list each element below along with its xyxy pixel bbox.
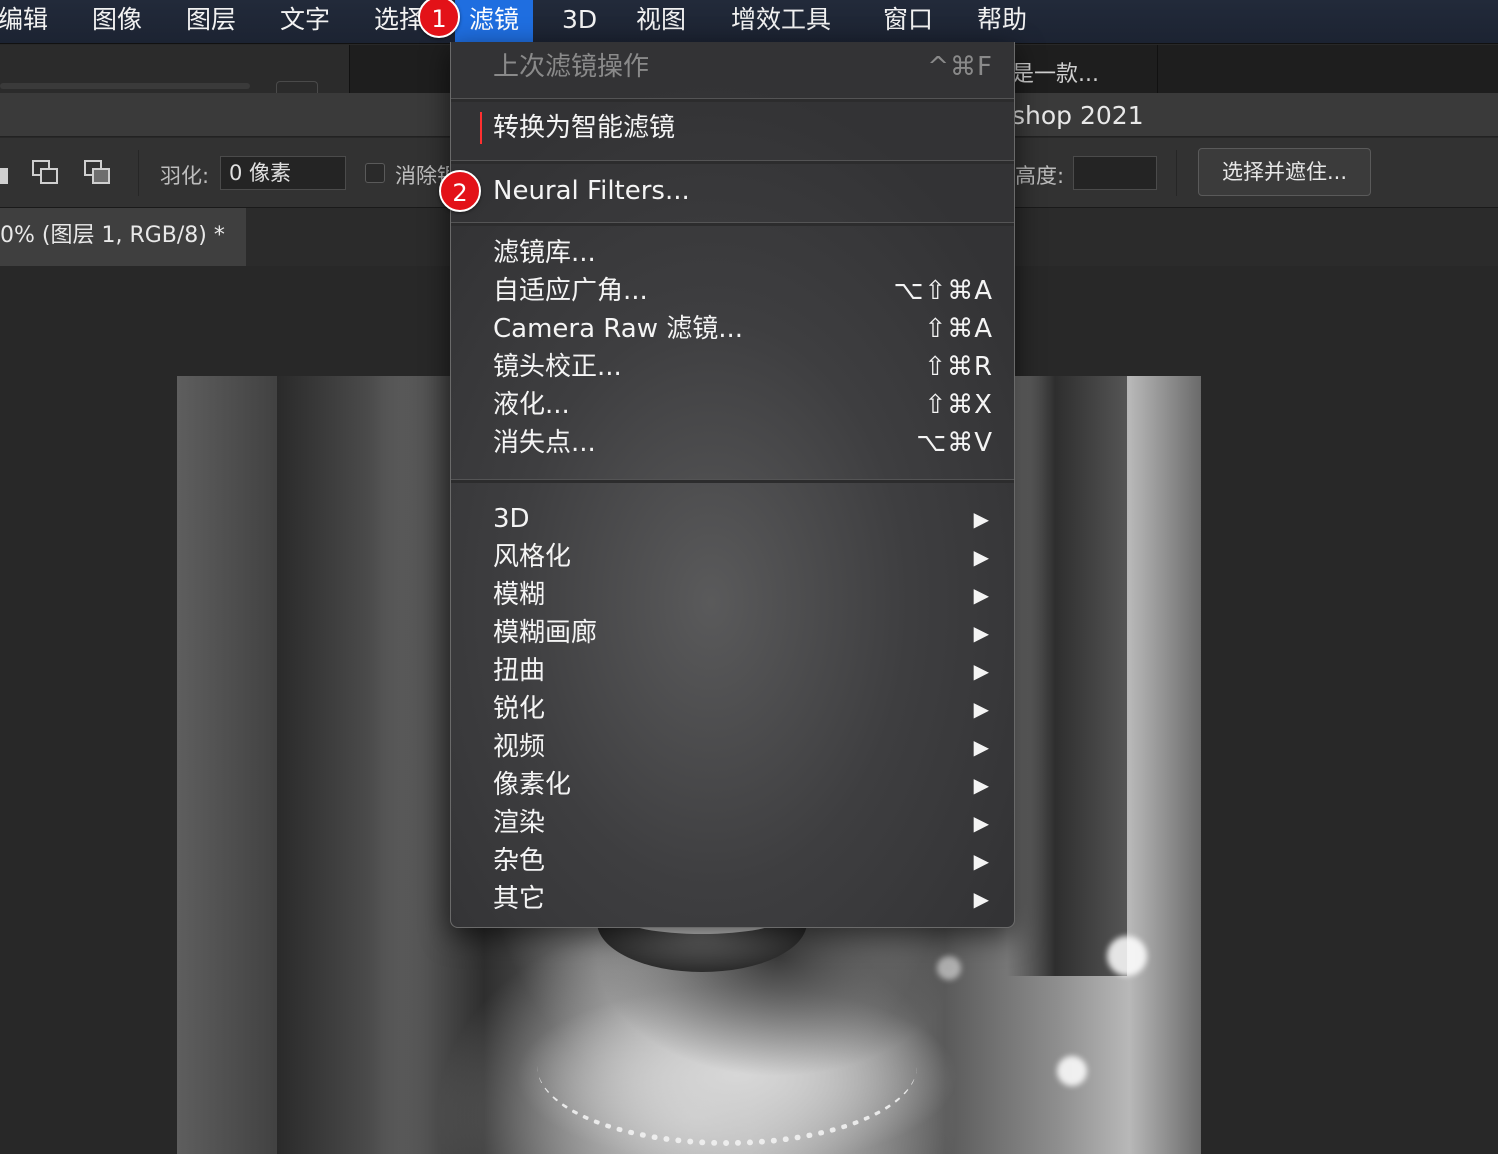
feather-input[interactable]: 0 像素	[220, 156, 346, 190]
menu-item-vanishing-point[interactable]: 消失点... ⌥⌘V	[493, 425, 993, 461]
image-region	[277, 376, 427, 1154]
image-region	[1007, 376, 1127, 976]
menu-item-label: 3D	[493, 504, 530, 534]
menu-window[interactable]: 窗口	[883, 0, 933, 42]
menu-item-shortcut: ⌥⇧⌘A	[893, 276, 993, 306]
menu-separator	[451, 222, 1014, 226]
image-region	[537, 1056, 917, 1146]
menu-3d[interactable]: 3D	[562, 0, 597, 42]
menu-item-label: 扭曲	[493, 656, 546, 686]
menu-image[interactable]: 图像	[92, 0, 142, 42]
menu-item-label: 自适应广角...	[493, 276, 648, 306]
menu-item-label: Neural Filters...	[493, 176, 690, 206]
submenu-arrow-icon: ▶	[973, 811, 989, 835]
menu-item-render[interactable]: 渲染 ▶	[493, 805, 993, 841]
menu-item-sharpen[interactable]: 锐化 ▶	[493, 691, 993, 727]
menu-item-neural-filters[interactable]: Neural Filters...	[493, 173, 993, 209]
menu-select[interactable]: 选择	[374, 0, 424, 42]
menu-layer[interactable]: 图层	[186, 0, 236, 42]
tab-control[interactable]	[276, 81, 318, 93]
menu-item-label: 渲染	[493, 808, 546, 838]
filter-menu-dropdown: 上次滤镜操作 ^⌘F 转换为智能滤镜 Neural Filters... 滤镜库…	[450, 42, 1015, 928]
submenu-arrow-icon: ▶	[973, 659, 989, 683]
menu-plugins[interactable]: 增效工具	[731, 0, 831, 42]
menu-item-shortcut: ⇧⌘X	[924, 390, 993, 420]
menu-item-video[interactable]: 视频 ▶	[493, 729, 993, 765]
search-bar[interactable]	[0, 83, 250, 89]
menu-type[interactable]: 文字	[280, 0, 330, 42]
submenu-arrow-icon: ▶	[973, 887, 989, 911]
submenu-arrow-icon: ▶	[973, 849, 989, 873]
divider	[1176, 150, 1177, 196]
image-highlight	[1057, 1056, 1087, 1086]
background-document-tab[interactable]: 是一款...	[1012, 45, 1158, 93]
menu-item-label: 像素化	[493, 770, 572, 800]
submenu-arrow-icon: ▶	[973, 773, 989, 797]
menu-view[interactable]: 视图	[636, 0, 686, 42]
menu-help[interactable]: 帮助	[977, 0, 1027, 42]
document-tab[interactable]: 0% (图层 1, RGB/8) *	[0, 208, 246, 266]
window-title: shop 2021	[1012, 101, 1144, 130]
menu-item-camera-raw[interactable]: Camera Raw 滤镜... ⇧⌘A	[493, 311, 993, 347]
menu-item-distort[interactable]: 扭曲 ▶	[493, 653, 993, 689]
submenu-arrow-icon: ▶	[973, 507, 989, 531]
menu-item-label: 液化...	[493, 390, 570, 420]
menu-item-adaptive-wide-angle[interactable]: 自适应广角... ⌥⇧⌘A	[493, 273, 993, 309]
menu-item-label: Camera Raw 滤镜...	[493, 314, 744, 344]
menu-item-shortcut: ⌥⌘V	[916, 428, 993, 458]
menu-item-label: 上次滤镜操作	[493, 52, 650, 82]
menu-item-label: 模糊画廊	[493, 618, 598, 648]
menu-item-shortcut: ^⌘F	[927, 52, 993, 82]
selection-add-icon[interactable]	[32, 160, 60, 186]
height-input[interactable]	[1073, 156, 1157, 190]
menu-item-label: 模糊	[493, 580, 546, 610]
menu-item-blur-gallery[interactable]: 模糊画廊 ▶	[493, 615, 993, 651]
menu-item-blur[interactable]: 模糊 ▶	[493, 577, 993, 613]
selection-new-icon[interactable]	[0, 168, 8, 184]
menu-item-3d[interactable]: 3D ▶	[493, 501, 993, 537]
menu-item-label: 滤镜库...	[493, 238, 596, 268]
menu-separator	[451, 160, 1014, 164]
menu-item-shortcut: ⇧⌘R	[924, 352, 993, 382]
divider	[138, 150, 139, 196]
selection-intersect-icon[interactable]	[84, 160, 112, 186]
menu-edit[interactable]: 编辑	[0, 0, 48, 42]
menu-item-pixelate[interactable]: 像素化 ▶	[493, 767, 993, 803]
menu-separator	[451, 98, 1014, 102]
submenu-arrow-icon: ▶	[973, 621, 989, 645]
menu-item-label: 转换为智能滤镜	[493, 113, 676, 143]
height-label: 高度:	[1015, 164, 1065, 188]
menu-separator	[451, 479, 1014, 483]
menu-item-lens-correction[interactable]: 镜头校正... ⇧⌘R	[493, 349, 993, 385]
home-tab[interactable]	[0, 45, 350, 93]
menu-item-label: 风格化	[493, 542, 572, 572]
submenu-arrow-icon: ▶	[973, 697, 989, 721]
step-badge-2: 2	[439, 170, 481, 212]
menu-item-last-filter: 上次滤镜操作 ^⌘F	[493, 49, 993, 85]
feather-label: 羽化:	[160, 164, 210, 188]
submenu-arrow-icon: ▶	[973, 583, 989, 607]
text-caret	[480, 112, 482, 144]
menu-item-label: 锐化	[493, 694, 546, 724]
menu-item-label: 其它	[493, 884, 546, 914]
menu-item-filter-gallery[interactable]: 滤镜库...	[493, 235, 993, 271]
menu-item-label: 杂色	[493, 846, 546, 876]
menu-item-liquify[interactable]: 液化... ⇧⌘X	[493, 387, 993, 423]
menu-item-other[interactable]: 其它 ▶	[493, 881, 993, 917]
image-highlight	[937, 956, 961, 980]
menu-item-stylize[interactable]: 风格化 ▶	[493, 539, 993, 575]
submenu-arrow-icon: ▶	[973, 545, 989, 569]
menu-item-label: 镜头校正...	[493, 352, 622, 382]
image-highlight	[1107, 936, 1147, 976]
submenu-arrow-icon: ▶	[973, 735, 989, 759]
menu-item-shortcut: ⇧⌘A	[924, 314, 993, 344]
select-and-mask-button[interactable]: 选择并遮住...	[1198, 148, 1371, 196]
menu-item-convert-smart-filter[interactable]: 转换为智能滤镜	[493, 110, 993, 146]
menu-item-noise[interactable]: 杂色 ▶	[493, 843, 993, 879]
menu-filter[interactable]: 滤镜	[455, 0, 534, 42]
antialias-checkbox[interactable]	[365, 163, 385, 183]
menu-item-label: 视频	[493, 732, 546, 762]
menu-bar: 编辑 图像 图层 文字 选择 滤镜 3D 视图 增效工具 窗口 帮助	[0, 0, 1498, 44]
menu-item-label: 消失点...	[493, 428, 596, 458]
